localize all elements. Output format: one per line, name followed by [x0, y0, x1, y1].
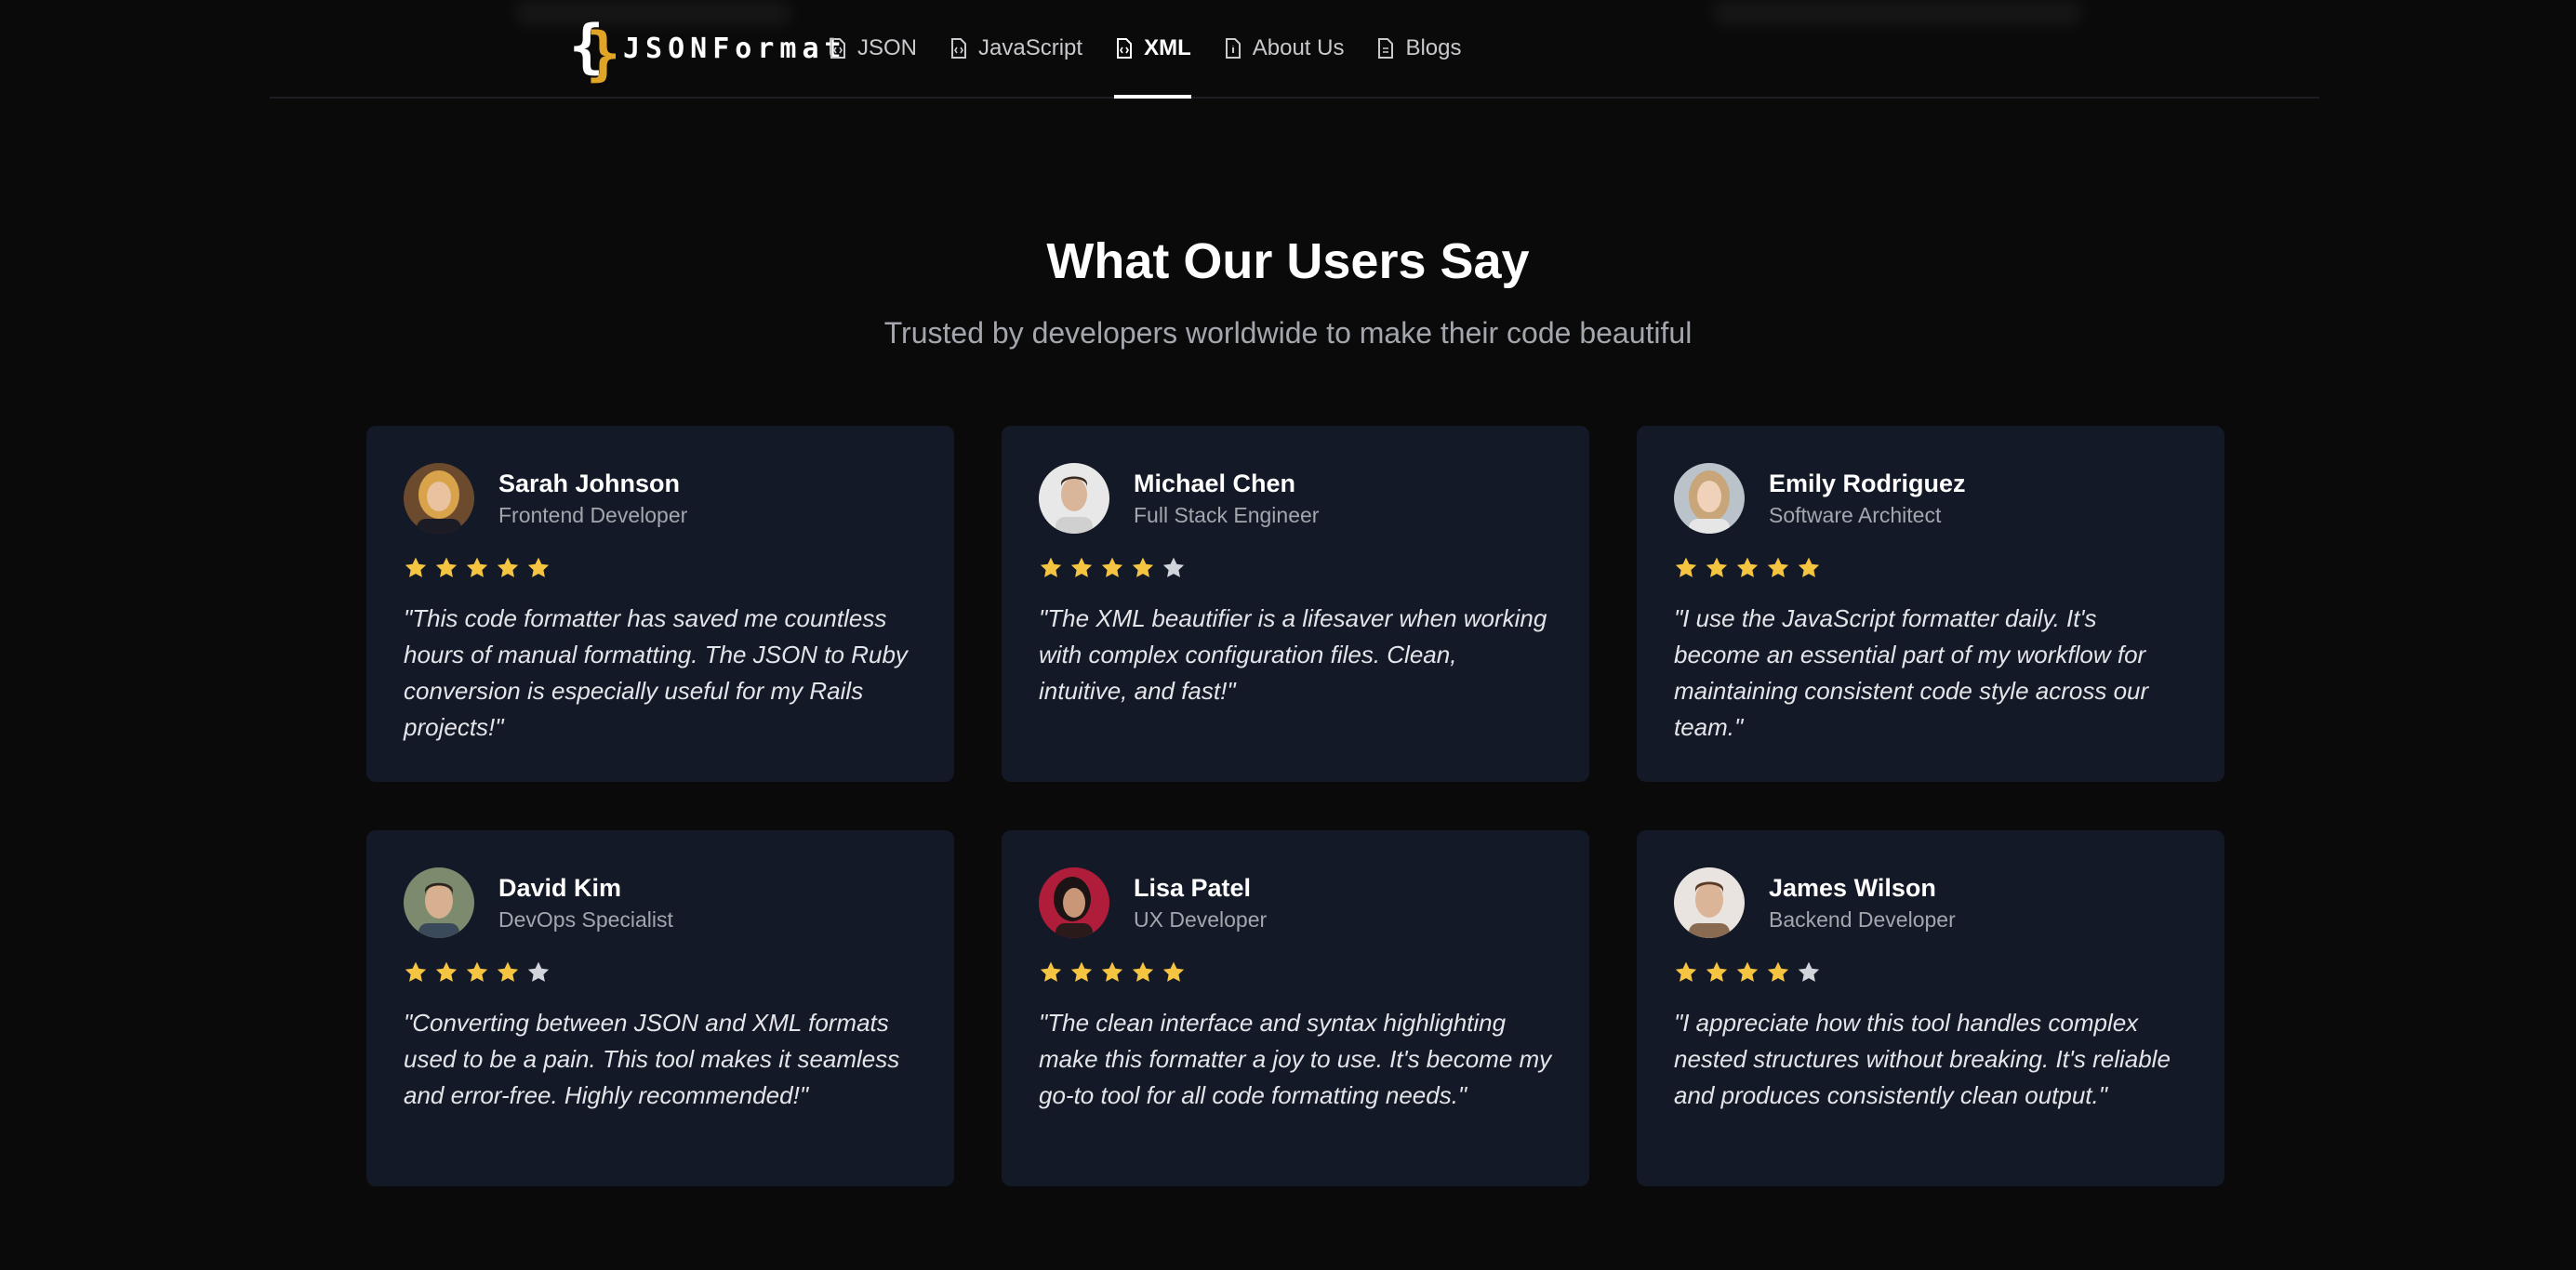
star-filled-icon — [1674, 960, 1698, 985]
testimonial-card: James Wilson Backend Developer "I apprec… — [1637, 830, 2224, 1186]
star-filled-icon — [1100, 556, 1124, 580]
nav-item-about-us[interactable]: About Us — [1223, 0, 1345, 97]
star-filled-icon — [1162, 960, 1186, 985]
reviewer-role: DevOps Specialist — [498, 907, 673, 932]
star-filled-icon — [404, 556, 428, 580]
reviewer-role: Full Stack Engineer — [1134, 503, 1320, 527]
file-info-icon — [1223, 37, 1243, 60]
avatar — [1039, 867, 1109, 938]
reviewer-role: Software Architect — [1769, 503, 1942, 527]
review-quote: "The XML beautifier is a lifesaver when … — [1039, 604, 1547, 705]
review-quote: "The clean interface and syntax highligh… — [1039, 1009, 1552, 1109]
star-empty-icon — [1162, 556, 1186, 580]
star-filled-icon — [1766, 960, 1790, 985]
testimonial-card: Lisa Patel UX Developer "The clean inter… — [1002, 830, 1589, 1186]
star-filled-icon — [1100, 960, 1124, 985]
review-quote: "This code formatter has saved me countl… — [404, 604, 908, 741]
reviewer-role: Frontend Developer — [498, 503, 688, 527]
file-code-icon — [828, 37, 848, 60]
star-filled-icon — [1039, 556, 1063, 580]
logo-brace-icon: {} — [569, 12, 621, 87]
star-rating — [1674, 556, 2187, 584]
avatar — [1674, 463, 1745, 534]
main-nav: JSON JavaScript XML About Us Blogs — [828, 0, 1494, 99]
blurred-banner-right — [1711, 0, 2083, 26]
review-quote: "I use the JavaScript formatter daily. I… — [1674, 604, 2149, 741]
reviewer-name: Sarah Johnson — [498, 470, 681, 497]
star-empty-icon — [1797, 960, 1821, 985]
star-rating — [1039, 960, 1552, 988]
reviewer-role: Backend Developer — [1769, 907, 1956, 932]
nav-item-label: About Us — [1252, 35, 1345, 60]
star-filled-icon — [1705, 960, 1729, 985]
file-code-icon — [949, 37, 969, 60]
reviewer-name: Michael Chen — [1134, 470, 1296, 497]
nav-item-label: JSON — [857, 35, 918, 60]
review-quote: "Converting between JSON and XML formats… — [404, 1009, 900, 1109]
star-filled-icon — [434, 556, 458, 580]
site-logo[interactable]: {} JSONFormat — [569, 12, 847, 87]
star-filled-icon — [526, 556, 551, 580]
avatar — [1039, 463, 1109, 534]
avatar — [1674, 867, 1745, 938]
star-filled-icon — [434, 960, 458, 985]
star-empty-icon — [526, 960, 551, 985]
star-rating — [1674, 960, 2187, 988]
star-rating — [404, 960, 917, 988]
reviewer-name: James Wilson — [1769, 874, 1936, 902]
star-filled-icon — [1069, 960, 1094, 985]
nav-item-xml[interactable]: XML — [1114, 0, 1191, 99]
nav-item-blogs[interactable]: Blogs — [1375, 0, 1462, 97]
star-filled-icon — [1735, 960, 1759, 985]
reviewer-name: Lisa Patel — [1134, 874, 1252, 902]
star-filled-icon — [1797, 556, 1821, 580]
nav-item-label: Blogs — [1405, 35, 1462, 60]
star-filled-icon — [1131, 556, 1155, 580]
review-quote: "I appreciate how this tool handles comp… — [1674, 1009, 2171, 1109]
star-filled-icon — [1069, 556, 1094, 580]
star-filled-icon — [496, 960, 520, 985]
star-filled-icon — [1674, 556, 1698, 580]
avatar — [404, 867, 474, 938]
star-rating — [404, 556, 917, 584]
star-filled-icon — [465, 960, 489, 985]
star-filled-icon — [1039, 960, 1063, 985]
star-filled-icon — [404, 960, 428, 985]
nav-item-label: JavaScript — [978, 35, 1083, 60]
star-filled-icon — [1766, 556, 1790, 580]
nav-item-javascript[interactable]: JavaScript — [949, 0, 1082, 97]
star-filled-icon — [496, 556, 520, 580]
testimonial-card: Michael Chen Full Stack Engineer "The XM… — [1002, 426, 1589, 782]
testimonials-grid: Sarah Johnson Frontend Developer "This c… — [366, 426, 2224, 1186]
star-rating — [1039, 556, 1552, 584]
nav-item-json[interactable]: JSON — [828, 0, 917, 97]
section-title: What Our Users Say — [1046, 233, 1530, 289]
star-filled-icon — [1735, 556, 1759, 580]
reviewer-name: Emily Rodriguez — [1769, 470, 1966, 497]
file-text-icon — [1375, 37, 1396, 60]
star-filled-icon — [465, 556, 489, 580]
avatar — [404, 463, 474, 534]
testimonial-card: Emily Rodriguez Software Architect "I us… — [1637, 426, 2224, 782]
file-code-icon — [1114, 37, 1135, 60]
testimonial-card: David Kim DevOps Specialist "Converting … — [366, 830, 954, 1186]
nav-item-label: XML — [1144, 35, 1191, 60]
star-filled-icon — [1131, 960, 1155, 985]
star-filled-icon — [1705, 556, 1729, 580]
reviewer-name: David Kim — [498, 874, 622, 902]
section-subtitle: Trusted by developers worldwide to make … — [883, 316, 1693, 350]
testimonial-card: Sarah Johnson Frontend Developer "This c… — [366, 426, 954, 782]
logo-text: JSONFormat — [623, 32, 847, 65]
reviewer-role: UX Developer — [1134, 907, 1268, 932]
